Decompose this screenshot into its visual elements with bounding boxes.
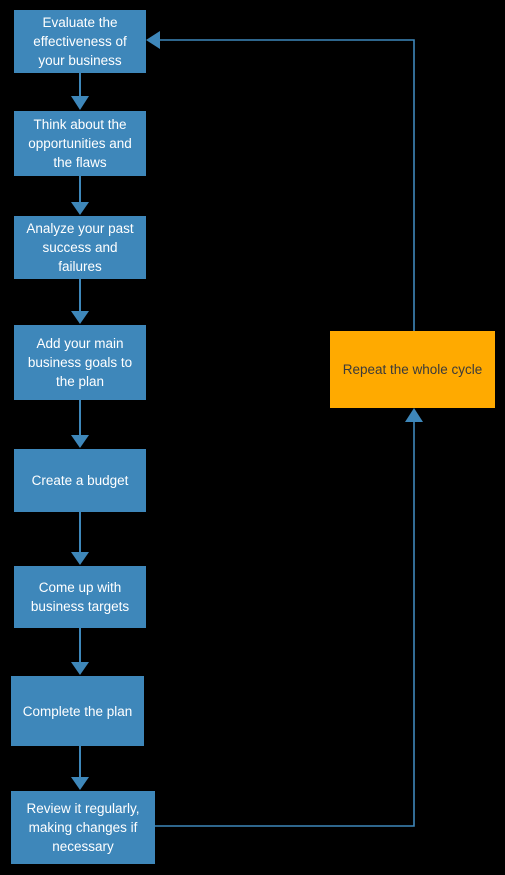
node-goals-label: Add your main business goals to the plan [27, 336, 133, 389]
node-targets-label: Come up with business targets [30, 580, 130, 614]
node-repeat[interactable]: Repeat the whole cycle [330, 331, 495, 408]
connector-review-to-repeat [155, 408, 423, 827]
node-evaluate-label: Evaluate the effectiveness of your busin… [33, 15, 127, 68]
node-think-label: Think about the opportunities and the fl… [28, 117, 132, 170]
connector-think-to-analyze [71, 176, 89, 215]
node-targets[interactable]: Come up with business targets [14, 566, 146, 628]
node-budget-label: Create a budget [31, 473, 129, 488]
node-complete[interactable]: Complete the plan [11, 676, 144, 746]
node-evaluate[interactable]: Evaluate the effectiveness of your busin… [14, 10, 146, 73]
node-analyze[interactable]: Analyze your past success and failures [14, 216, 146, 279]
flowchart-canvas: Evaluate the effectiveness of your busin… [0, 0, 505, 875]
node-goals[interactable]: Add your main business goals to the plan [14, 325, 146, 400]
node-analyze-label: Analyze your past success and failures [26, 221, 134, 274]
node-budget[interactable]: Create a budget [14, 449, 146, 512]
node-repeat-label: Repeat the whole cycle [342, 362, 483, 377]
node-review-label: Review it regularly, making changes if n… [26, 801, 140, 854]
connector-evaluate-to-think [71, 73, 89, 110]
connector-analyze-to-goals [71, 279, 89, 324]
connector-goals-to-budget [71, 400, 89, 448]
connector-targets-to-complete [71, 628, 89, 675]
node-think[interactable]: Think about the opportunities and the fl… [14, 111, 146, 176]
node-review[interactable]: Review it regularly, making changes if n… [11, 791, 155, 864]
connector-repeat-to-evaluate [146, 31, 415, 331]
connector-budget-to-targets [71, 512, 89, 565]
node-complete-label: Complete the plan [22, 703, 133, 719]
connector-complete-to-review [71, 746, 89, 790]
